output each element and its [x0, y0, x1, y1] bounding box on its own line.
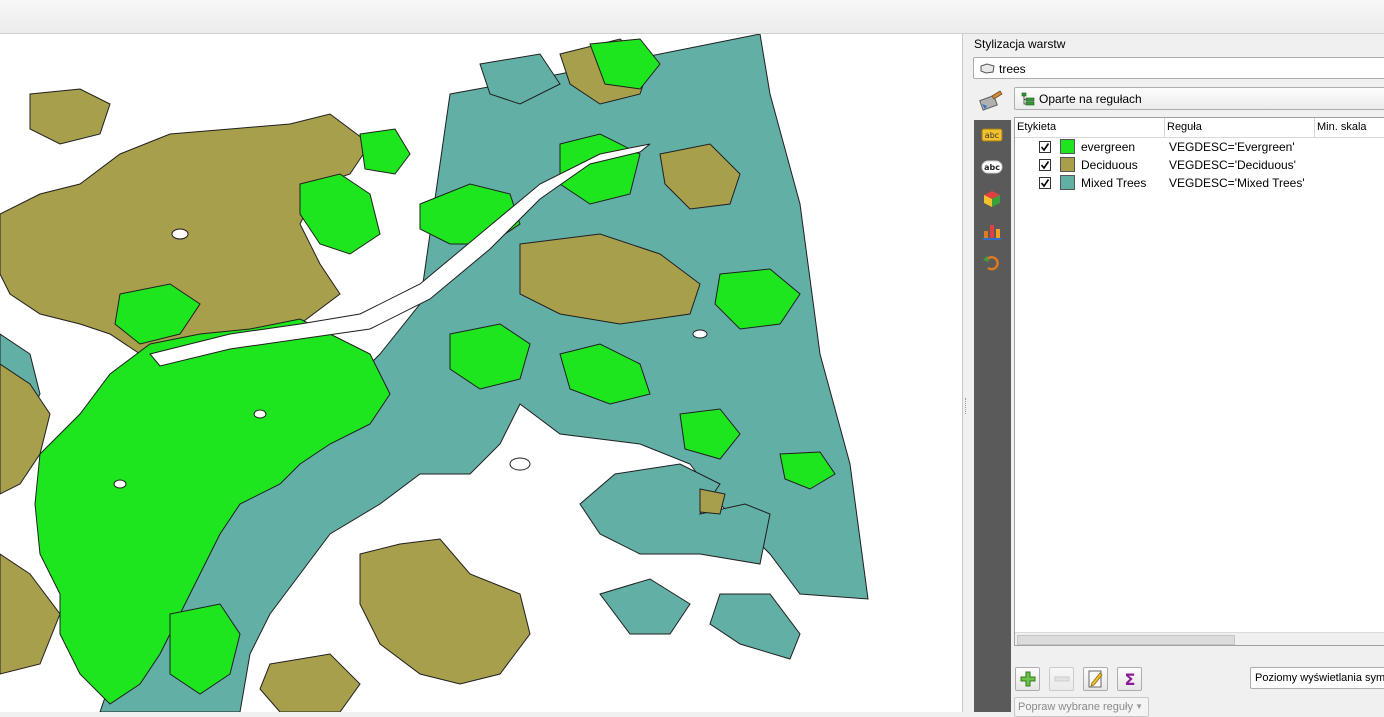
- renderer-select[interactable]: Oparte na regułach: [1014, 87, 1384, 110]
- refine-rules-button[interactable]: Popraw wybrane reguły ▼: [1014, 697, 1149, 717]
- deciduous-polygon: [359, 538, 531, 685]
- rule-based-renderer-icon: [1021, 92, 1035, 109]
- map-layer-trees: [0, 34, 869, 712]
- dropdown-arrow-icon: ▼: [1135, 702, 1143, 711]
- refine-rules-label: Popraw wybrane reguły: [1018, 701, 1133, 713]
- splitter-grip[interactable]: [965, 398, 969, 414]
- rule-checkbox[interactable]: [1039, 177, 1051, 189]
- deciduous-polygon: [259, 653, 361, 712]
- evergreen-polygon: [359, 128, 411, 175]
- layer-name: trees: [999, 62, 1026, 76]
- rule-checkbox[interactable]: [1039, 141, 1051, 153]
- edit-rule-button[interactable]: [1083, 667, 1108, 691]
- column-header-rule[interactable]: Reguła: [1165, 118, 1315, 137]
- history-icon[interactable]: [980, 252, 1004, 274]
- mixed-trees-polygon: [599, 578, 691, 635]
- plus-icon: [1020, 671, 1035, 687]
- rule-label: Deciduous: [1081, 158, 1138, 172]
- svg-text:Σ: Σ: [1124, 671, 1135, 687]
- remove-rule-button[interactable]: [1049, 667, 1074, 691]
- edit-icon: [1088, 670, 1103, 688]
- map-canvas[interactable]: [0, 34, 963, 712]
- rule-expression: VEGDESC='Mixed Trees': [1169, 176, 1305, 190]
- gap-hole: [113, 479, 127, 489]
- mixed-trees-polygon: [709, 593, 801, 660]
- rules-tree[interactable]: Etykieta Reguła Min. skala evergreen VEG…: [1014, 117, 1384, 646]
- rule-label: evergreen: [1081, 140, 1136, 154]
- horizontal-scrollbar[interactable]: [1015, 632, 1384, 645]
- add-rule-button[interactable]: [1015, 667, 1040, 691]
- symbol-swatch[interactable]: [1060, 175, 1075, 190]
- gap-hole: [692, 329, 708, 339]
- rule-checkbox[interactable]: [1039, 159, 1051, 171]
- refine-sum-button[interactable]: Σ: [1117, 667, 1142, 691]
- rule-row-deciduous[interactable]: Deciduous VEGDESC='Deciduous': [1015, 156, 1384, 174]
- minus-icon: [1054, 676, 1069, 682]
- checkmark-icon: [1040, 143, 1050, 152]
- deciduous-polygon: [699, 488, 726, 515]
- paintbrush-icon[interactable]: [978, 90, 1004, 112]
- rule-row-mixed-trees[interactable]: Mixed Trees VEGDESC='Mixed Trees': [1015, 174, 1384, 192]
- panel-title: Stylizacja warstw: [974, 37, 1066, 51]
- checkmark-icon: [1040, 179, 1050, 188]
- labels-icon[interactable]: abc: [980, 124, 1004, 146]
- rule-expression: VEGDESC='Evergreen': [1169, 140, 1295, 154]
- polygon-layer-icon: [980, 63, 995, 77]
- diagrams-icon[interactable]: [980, 220, 1004, 242]
- svg-text:abc: abc: [984, 163, 1000, 172]
- scrollbar-thumb[interactable]: [1017, 635, 1235, 645]
- gap-hole: [509, 457, 531, 471]
- layer-select[interactable]: trees: [973, 57, 1384, 79]
- symbol-swatch[interactable]: [1060, 139, 1075, 154]
- evergreen-polygon: [299, 173, 381, 255]
- column-header-min-scale[interactable]: Min. skala: [1315, 118, 1384, 137]
- symbol-swatch[interactable]: [1060, 157, 1075, 172]
- column-header-label[interactable]: Etykieta: [1015, 118, 1165, 137]
- top-toolbar: [0, 0, 1384, 34]
- deciduous-polygon: [29, 88, 111, 145]
- gap-hole: [171, 228, 189, 240]
- rules-header: Etykieta Reguła Min. skala: [1015, 118, 1384, 138]
- rule-label: Mixed Trees: [1081, 176, 1147, 190]
- sigma-icon: Σ: [1124, 671, 1135, 687]
- 3d-view-icon[interactable]: [980, 188, 1004, 210]
- symbol-levels-button[interactable]: Poziomy wyświetlania symboli: [1250, 667, 1384, 689]
- checkmark-icon: [1040, 161, 1050, 170]
- rule-row-evergreen[interactable]: evergreen VEGDESC='Evergreen': [1015, 138, 1384, 156]
- label-abc-icon[interactable]: abc: [980, 156, 1004, 178]
- rule-expression: VEGDESC='Deciduous': [1169, 158, 1296, 172]
- renderer-label: Oparte na regułach: [1039, 92, 1142, 106]
- svg-text:abc: abc: [985, 131, 999, 140]
- gap-hole: [253, 409, 267, 419]
- layer-styling-panel: Stylizacja warstw trees Oparte na reguła…: [970, 34, 1384, 717]
- styling-side-toolbar: abc abc: [974, 120, 1011, 712]
